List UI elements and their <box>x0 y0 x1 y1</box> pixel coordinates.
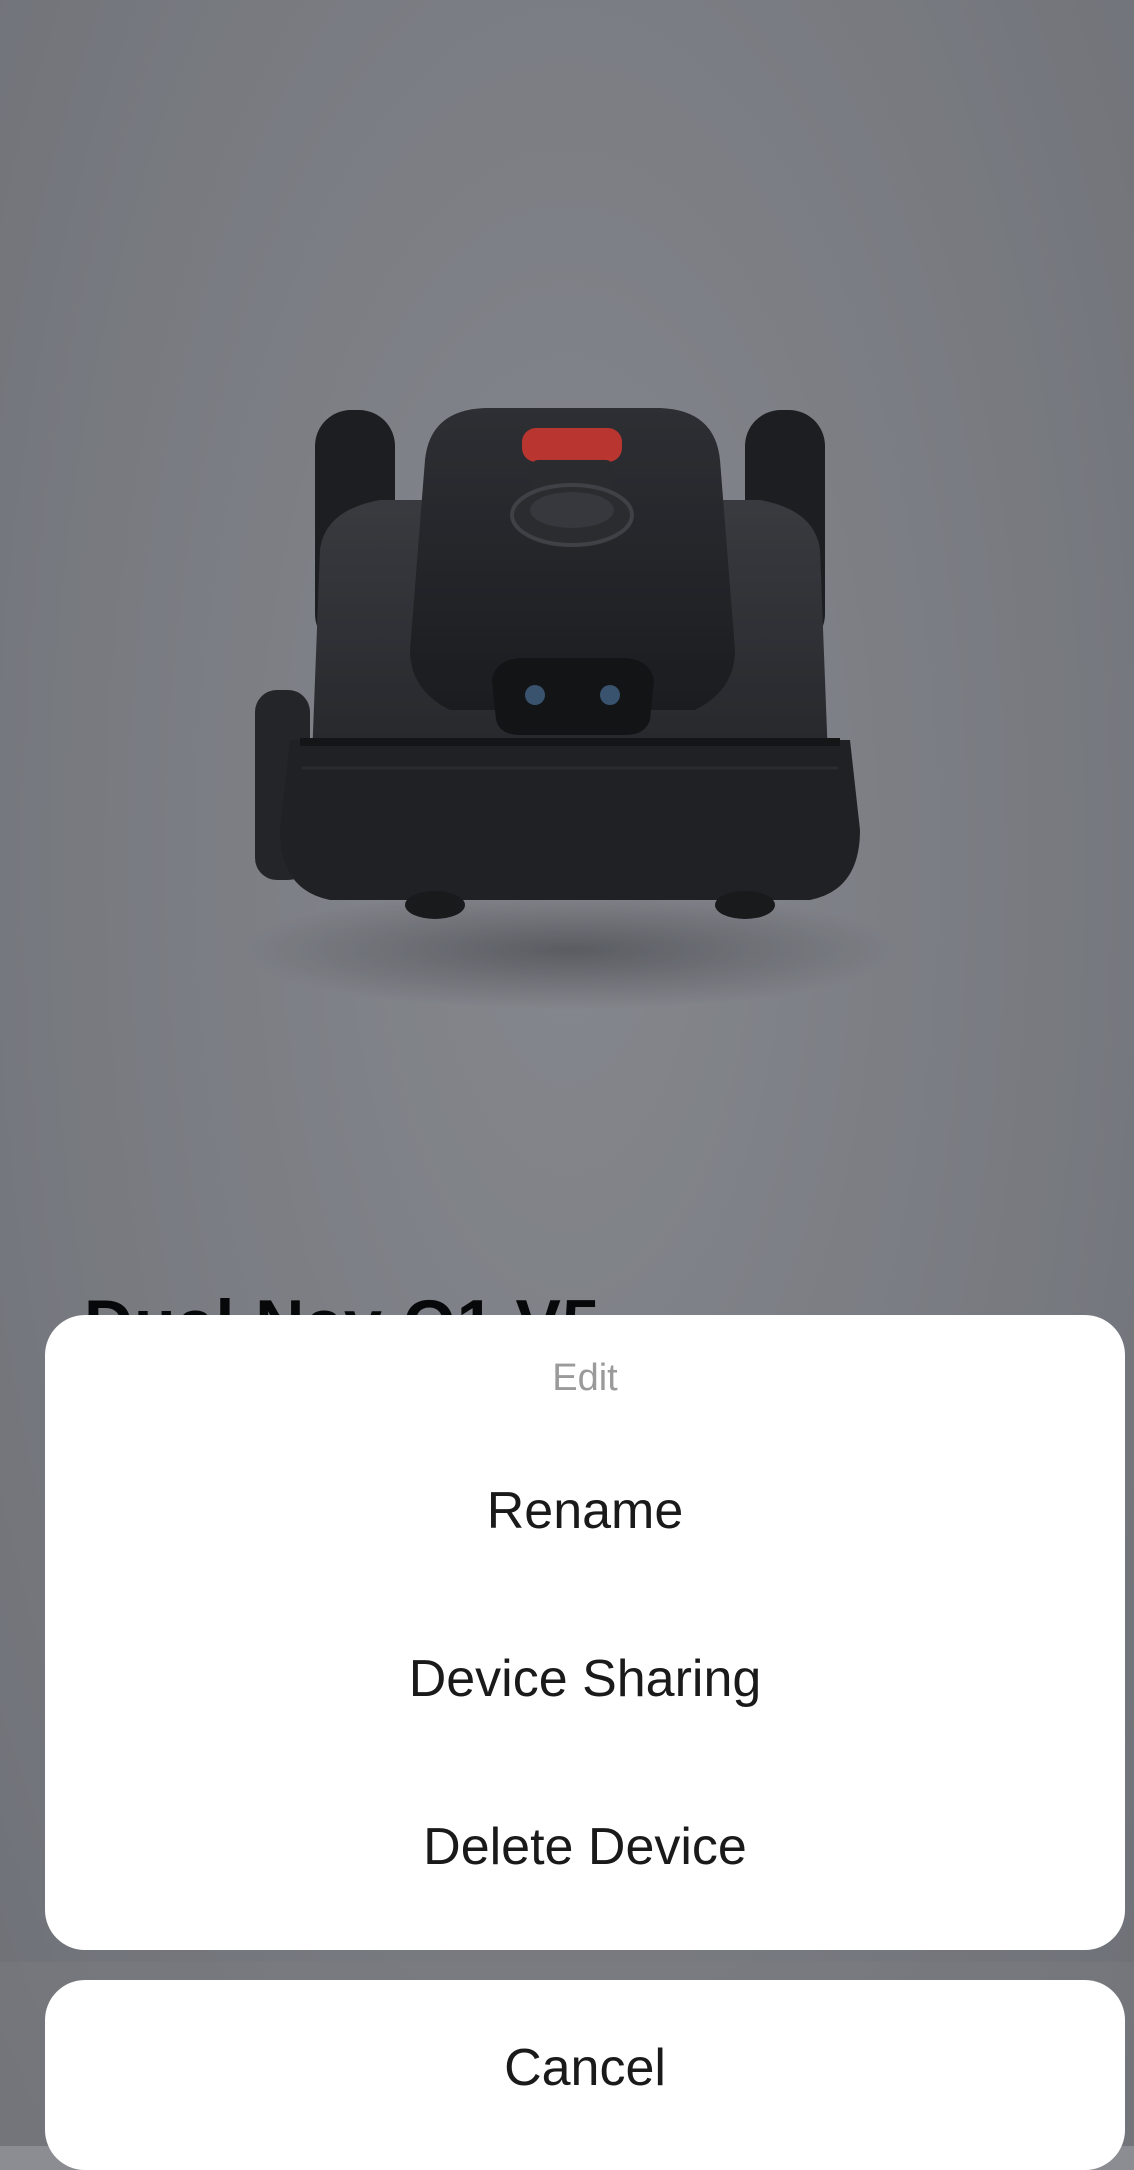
cancel-label: Cancel <box>504 2039 666 2097</box>
delete-device-button[interactable]: Delete Device <box>45 1763 1125 1931</box>
action-sheet-title: Edit <box>552 1357 618 1399</box>
edit-action-sheet: Edit Rename Device Sharing Delete Device <box>45 1315 1125 1950</box>
cancel-button[interactable]: Cancel <box>45 1980 1125 2170</box>
device-sharing-button[interactable]: Device Sharing <box>45 1595 1125 1763</box>
rename-button[interactable]: Rename <box>45 1427 1125 1595</box>
